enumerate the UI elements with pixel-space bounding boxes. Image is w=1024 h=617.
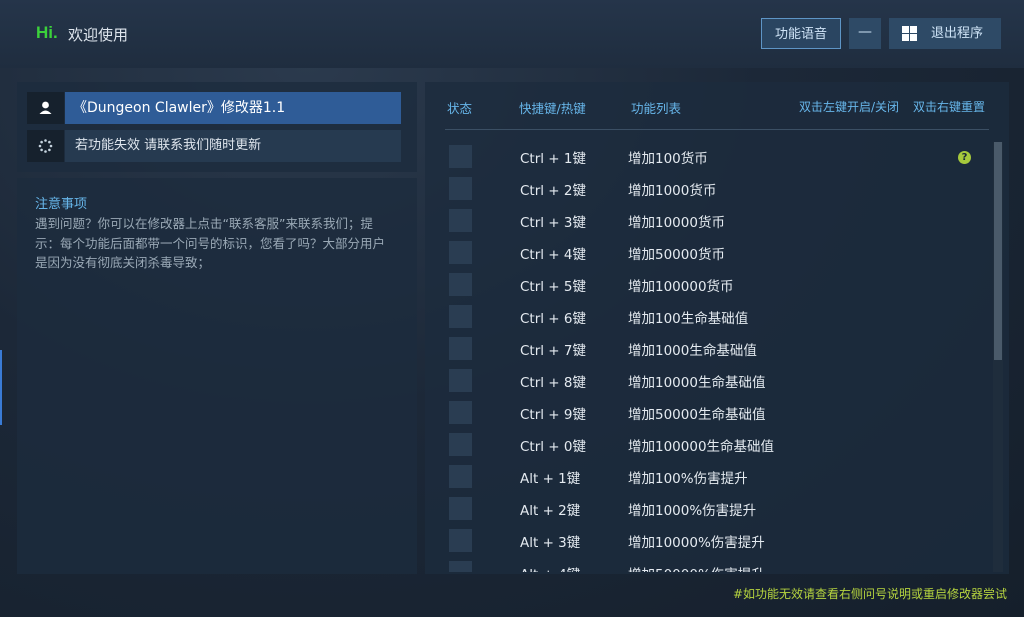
hotkey-label: Ctrl + 3键 <box>520 215 587 231</box>
loading-spinner-icon <box>27 130 64 162</box>
column-function: 功能列表 <box>631 101 682 116</box>
hint-double-right-click: 双击右键重置 <box>913 100 986 114</box>
function-row[interactable]: Ctrl + 9键 增加50000生命基础值 <box>425 396 985 428</box>
function-label: 增加50000生命基础值 <box>628 407 766 423</box>
function-label: 增加1000生命基础值 <box>628 343 757 359</box>
function-row[interactable]: Alt + 4键 增加50000%伤害提升 <box>425 556 985 572</box>
function-row[interactable]: Ctrl + 1键 增加100货币 <box>425 140 985 172</box>
function-row[interactable]: Ctrl + 7键 增加1000生命基础值 <box>425 332 985 364</box>
hi-greeting: Hi. <box>36 23 58 42</box>
status-checkbox[interactable] <box>449 145 472 168</box>
windows-icon <box>902 26 917 41</box>
function-label: 增加100生命基础值 <box>628 311 749 327</box>
hint-double-left-click: 双击左键开启/关闭 <box>799 100 900 114</box>
column-hotkey: 快捷键/热键 <box>519 101 586 116</box>
trainer-title: 《Dungeon Clawler》修改器1.1 <box>65 92 401 124</box>
hotkey-label: Ctrl + 9键 <box>520 407 587 423</box>
minimize-button[interactable]: — <box>849 18 881 49</box>
function-row[interactable]: Ctrl + 3键 增加10000货币 <box>425 204 985 236</box>
function-label: 增加100%伤害提升 <box>628 471 748 487</box>
hotkey-label: Alt + 3键 <box>520 535 581 551</box>
function-label: 增加10000货币 <box>628 215 725 231</box>
hotkey-label: Ctrl + 6键 <box>520 311 587 327</box>
status-checkbox[interactable] <box>449 337 472 360</box>
welcome-text: 欢迎使用 <box>68 26 129 44</box>
hotkey-label: Alt + 1键 <box>520 471 581 487</box>
status-checkbox[interactable] <box>449 209 472 232</box>
hotkey-label: Alt + 4键 <box>520 563 590 572</box>
notice-body: 遇到问题？你可以在修改器上点击“联系客服”来联系我们；提示：每个功能后面都带一个… <box>35 216 386 270</box>
status-checkbox[interactable] <box>449 241 472 264</box>
status-checkbox[interactable] <box>449 273 472 296</box>
function-label: 增加10000%伤害提升 <box>628 535 765 551</box>
status-checkbox[interactable] <box>449 561 472 572</box>
function-row[interactable]: Ctrl + 4键 增加50000货币 <box>425 236 985 268</box>
update-info-text: 若功能失效 请联系我们随时更新 <box>65 130 401 162</box>
function-row[interactable]: Ctrl + 8键 增加10000生命基础值 <box>425 364 985 396</box>
status-checkbox[interactable] <box>449 369 472 392</box>
function-label: 增加100货币 <box>628 151 708 167</box>
hotkey-label: Ctrl + 0键 <box>520 439 587 455</box>
function-row[interactable]: Ctrl + 0键 增加100000生命基础值 <box>425 428 985 460</box>
header-divider <box>445 129 989 130</box>
status-checkbox[interactable] <box>449 529 472 552</box>
notice-title: 注意事项 <box>35 197 88 212</box>
function-row[interactable]: Alt + 2键 增加1000%伤害提升 <box>425 492 985 524</box>
function-label: 增加10000生命基础值 <box>628 375 766 391</box>
status-checkbox[interactable] <box>449 433 472 456</box>
function-list: Ctrl + 1键 增加100货币 Ctrl + 2键 增加1000货币 Ctrl + … <box>425 140 993 572</box>
scrollbar-thumb[interactable] <box>994 142 1002 360</box>
hotkey-label: Ctrl + 8键 <box>520 375 587 391</box>
status-checkbox[interactable] <box>449 401 472 424</box>
hotkey-label: Ctrl + 2键 <box>520 183 587 199</box>
hotkey-label: Ctrl + 7键 <box>520 343 587 359</box>
function-label: 增加1000货币 <box>628 183 717 199</box>
user-icon <box>27 92 64 124</box>
function-row[interactable]: Alt + 3键 增加10000%伤害提升 <box>425 524 985 556</box>
function-row[interactable]: Ctrl + 6键 增加100生命基础值 <box>425 300 985 332</box>
function-label: 增加1000%伤害提升 <box>628 503 757 519</box>
status-checkbox[interactable] <box>449 305 472 328</box>
trainer-title-row[interactable]: 《Dungeon Clawler》修改器1.1 <box>27 92 401 124</box>
status-checkbox[interactable] <box>449 465 472 488</box>
function-label: 增加100000货币 <box>628 279 734 295</box>
function-label: 增加100000生命基础值 <box>628 439 775 455</box>
hotkey-label: Ctrl + 4键 <box>520 247 587 263</box>
function-label: 增加50000%伤害提升 <box>628 563 765 572</box>
status-checkbox[interactable] <box>449 177 472 200</box>
exit-button-label: 退出程序 <box>931 26 984 41</box>
function-row[interactable]: Ctrl + 5键 增加100000货币 <box>425 268 985 300</box>
status-checkbox[interactable] <box>449 497 472 520</box>
window-edge-accent <box>0 350 2 425</box>
column-status: 状态 <box>447 101 473 116</box>
function-row[interactable]: Alt + 1键 增加100%伤害提升 <box>425 460 985 492</box>
footer-hint: #如功能无效请查看右侧问号说明或重启修改器尝试 <box>732 587 1007 601</box>
voice-button[interactable]: 功能语音 <box>761 18 841 49</box>
hotkey-label: Ctrl + 5键 <box>520 279 587 295</box>
hotkey-label: Ctrl + 1键 <box>520 151 587 167</box>
function-row[interactable]: Ctrl + 2键 增加1000货币 <box>425 172 985 204</box>
exit-button[interactable]: 退出程序 <box>889 18 1001 49</box>
update-info-row[interactable]: 若功能失效 请联系我们随时更新 <box>27 130 401 162</box>
help-icon[interactable]: ? <box>958 151 971 164</box>
hotkey-label: Alt + 2键 <box>520 503 581 519</box>
function-label: 增加50000货币 <box>628 247 725 263</box>
